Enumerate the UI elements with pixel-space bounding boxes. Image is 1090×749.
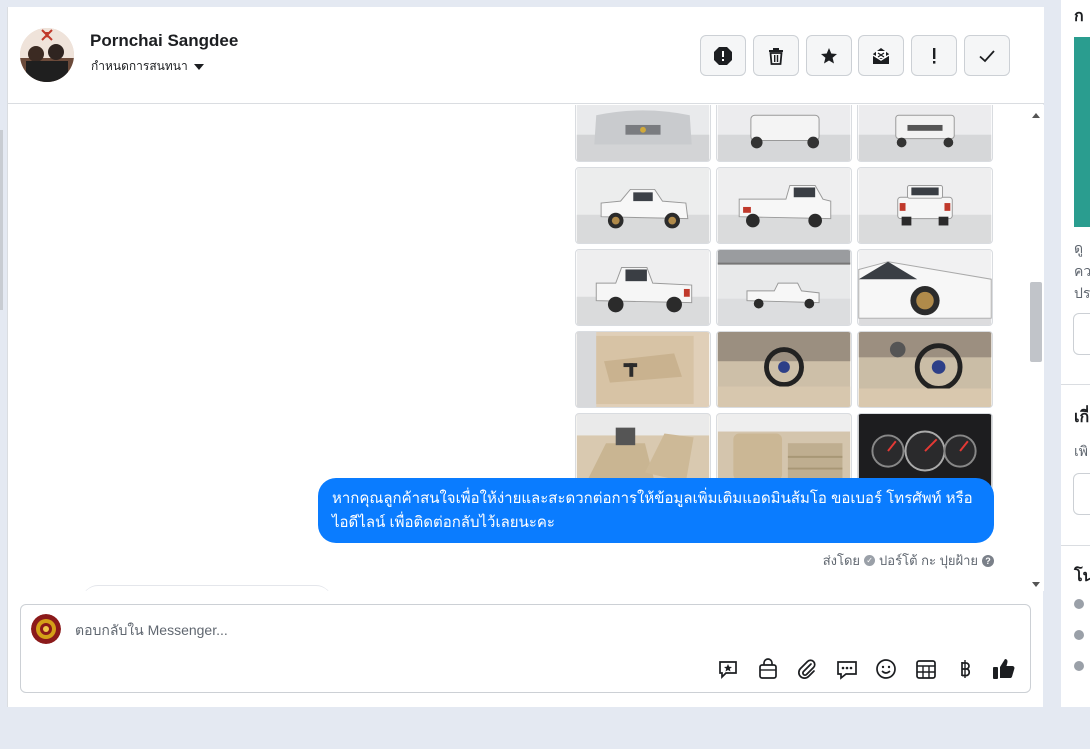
panel-heading-clipped: เกี่ (1074, 409, 1090, 426)
car-photo[interactable] (575, 167, 711, 244)
location-pin-icon (1074, 661, 1084, 671)
car-photo[interactable] (575, 331, 711, 408)
panel-heading-clipped: ก (1074, 8, 1084, 25)
panel-button-clipped[interactable] (1073, 473, 1090, 515)
trash-icon (769, 47, 783, 65)
shop-bag-icon (759, 658, 777, 679)
mark-unread-button[interactable] (858, 35, 904, 76)
outgoing-message-text: หากคุณลูกค้าสนใจเพื่อให้ง่ายและสะดวกต่อก… (332, 490, 973, 531)
message-thread: หากคุณลูกค้าสนใจเพื่อให้ง่ายและสะดวกต่อก… (8, 105, 1044, 591)
like-button[interactable] (991, 656, 1017, 682)
saved-replies-icon (719, 661, 737, 680)
exclamation-icon (933, 47, 936, 64)
sent-by-label: ส่งโดย (822, 553, 861, 568)
panel-divider (1061, 384, 1090, 385)
contact-name[interactable]: Pornchai Sangdee (90, 31, 238, 51)
assign-conversation-dropdown[interactable]: กำหนดการสนทนา (91, 57, 204, 76)
scroll-down-arrow-icon[interactable] (1032, 582, 1040, 587)
appointment-button[interactable] (913, 656, 939, 682)
contact-avatar[interactable] (20, 28, 74, 82)
thumbs-up-icon (993, 659, 1015, 679)
photo-attachment-grid (575, 105, 994, 490)
panel-button-clipped[interactable] (1073, 313, 1090, 355)
promo-banner[interactable] (1074, 37, 1090, 227)
caret-down-icon (193, 64, 204, 70)
done-button[interactable] (964, 35, 1010, 76)
help-icon[interactable]: ? (982, 554, 994, 567)
car-photo[interactable] (575, 105, 711, 162)
report-button[interactable] (700, 35, 746, 76)
saved-replies-button[interactable] (715, 656, 741, 682)
car-photo[interactable] (857, 331, 993, 408)
reply-composer (20, 604, 1031, 693)
shop-button[interactable] (755, 656, 781, 682)
car-photo[interactable] (716, 249, 852, 326)
delete-button[interactable] (753, 35, 799, 76)
scroll-up-arrow-icon[interactable] (1032, 113, 1040, 118)
panel-heading-clipped: โน (1074, 568, 1090, 585)
conversation-header: Pornchai Sangdee กำหนดการสนทนา (8, 7, 1044, 104)
car-photo[interactable] (857, 105, 993, 162)
car-photo[interactable] (716, 167, 852, 244)
checkmark-icon (979, 49, 995, 62)
sent-status-icon: ✓ (864, 555, 876, 566)
envelope-open-icon (872, 47, 890, 64)
location-pin-icon (1074, 630, 1084, 640)
car-photo[interactable] (857, 249, 993, 326)
emoji-button[interactable] (873, 656, 899, 682)
car-photo[interactable] (716, 105, 852, 162)
panel-text-clipped: เพิ (1074, 443, 1089, 459)
sent-by-row: ส่งโดย ✓ ปอร์โต้ กะ ปุยฝ้าย ? (823, 550, 994, 571)
left-scroll-edge (0, 130, 3, 310)
star-button[interactable] (806, 35, 852, 76)
priority-button[interactable] (911, 35, 957, 76)
incoming-message-bubble (82, 585, 332, 591)
page-avatar (31, 614, 61, 644)
baht-icon (961, 660, 971, 678)
assign-label: กำหนดการสนทนา (91, 59, 188, 73)
car-photo[interactable] (716, 331, 852, 408)
attachment-icon (798, 659, 816, 679)
clock-icon (1074, 599, 1084, 609)
panel-text-clipped: คว (1074, 263, 1090, 279)
outgoing-message-bubble[interactable]: หากคุณลูกค้าสนใจเพื่อให้ง่ายและสะดวกต่อก… (318, 478, 994, 543)
message-scrollbar[interactable] (1029, 107, 1043, 591)
star-icon (821, 47, 837, 63)
panel-text-clipped: ปร (1074, 285, 1090, 301)
scrollbar-thumb[interactable] (1030, 282, 1042, 362)
appointment-icon (916, 660, 936, 679)
car-photo[interactable] (857, 167, 993, 244)
emoji-icon (876, 659, 896, 679)
panel-text-clipped: ดู (1074, 240, 1084, 256)
chat-bubble-icon (837, 661, 857, 680)
reply-input[interactable] (75, 619, 775, 641)
customer-info-panel: ก ดู คว ปร เกี่ เพิ โน (1061, 0, 1090, 707)
chat-panel: Pornchai Sangdee กำหนดการสนทนา หากคุณลูก… (7, 7, 1044, 707)
quick-reply-button[interactable] (834, 656, 860, 682)
sent-by-name[interactable]: ปอร์โต้ กะ ปุยฝ้าย (879, 550, 978, 571)
alert-octagon-icon (714, 46, 732, 65)
panel-divider (1061, 545, 1090, 546)
payment-button[interactable] (952, 656, 978, 682)
car-photo[interactable] (575, 249, 711, 326)
attach-button[interactable] (794, 656, 820, 682)
